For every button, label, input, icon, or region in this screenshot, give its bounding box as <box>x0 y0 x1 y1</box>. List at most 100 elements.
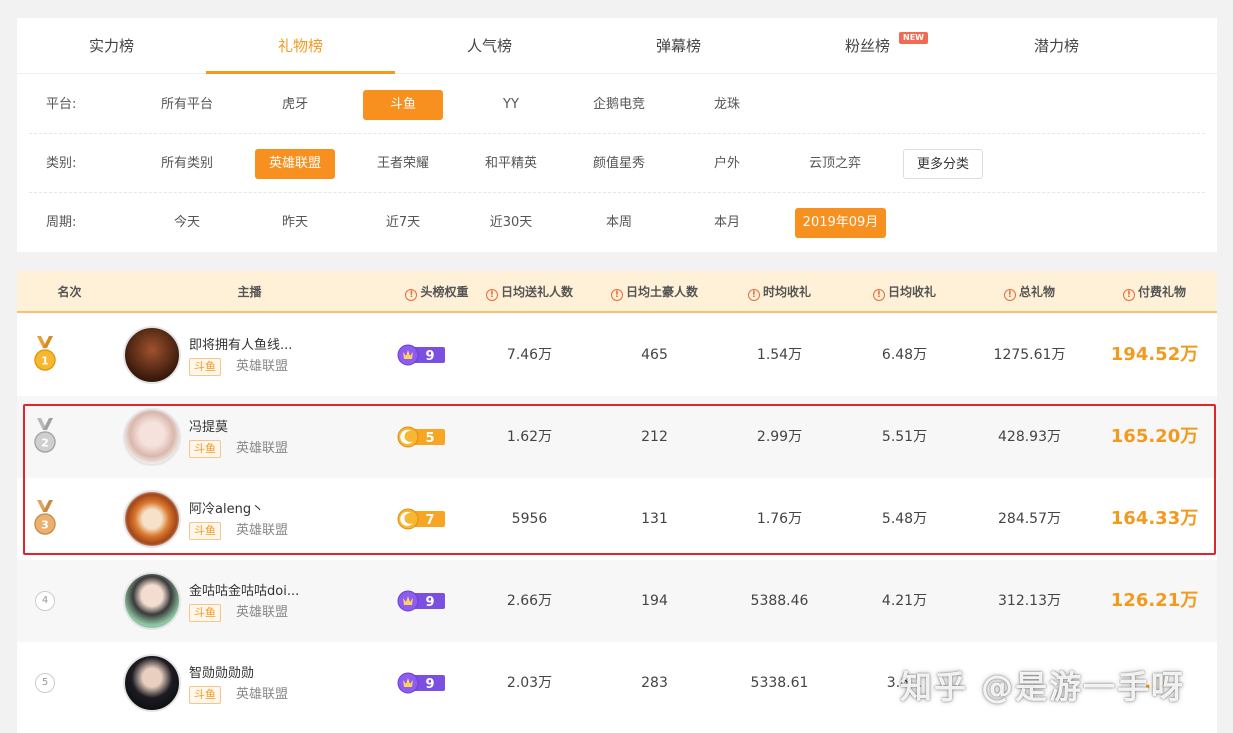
header-label: 付费礼物 <box>1137 285 1186 299</box>
category-option-outdoor[interactable]: 户外 <box>687 149 767 179</box>
category-option-all[interactable]: 所有类别 <box>147 149 227 179</box>
bronze-medal-icon: 3 <box>34 500 56 535</box>
info-icon[interactable]: ! <box>1003 289 1016 301</box>
table-row[interactable]: 2 冯提莫 斗鱼 英雄联盟 5 1.62万 212 2.99万 5.51万 42… <box>17 396 1217 478</box>
tab-fans[interactable]: 粉丝榜 NEW <box>773 18 962 74</box>
total-gifts: 312.13万 <box>998 593 1061 609</box>
purple-weight-badge: 9 <box>397 590 445 612</box>
svg-text:2: 2 <box>41 437 49 450</box>
platform-option-all[interactable]: 所有平台 <box>147 90 227 120</box>
period-option-2019-09[interactable]: 2019年09月 <box>795 208 886 238</box>
anchor-name[interactable]: 智勋勋勋勋 <box>189 662 254 681</box>
info-icon[interactable]: ! <box>485 289 498 301</box>
tab-label: 弹幕榜 <box>655 37 701 55</box>
new-badge: NEW <box>899 32 928 44</box>
platform-option-yy[interactable]: YY <box>471 90 551 120</box>
category-text: 英雄联盟 <box>236 687 289 702</box>
period-option-7days[interactable]: 近7天 <box>363 208 443 238</box>
daily-gifts: 5.48万 <box>881 511 928 527</box>
table-row[interactable]: 3 阿冷aleng丶 斗鱼 英雄联盟 7 5956 131 1.76万 5.48… <box>17 478 1217 560</box>
header-daily-whales[interactable]: ! 日均土豪人数 <box>592 271 717 313</box>
avatar[interactable] <box>123 408 181 466</box>
platform-filter-row: 平台: 所有平台 虎牙 斗鱼 YY 企鹅电竞 龙珠 <box>29 75 1205 134</box>
platform-filter-label: 平台: <box>46 97 77 112</box>
tab-label: 人气榜 <box>466 37 512 55</box>
header-daily-gifts[interactable]: ! 日均收礼 <box>842 271 967 313</box>
orange-weight-badge: 5 <box>397 426 445 448</box>
category-option-tft[interactable]: 云顶之弈 <box>795 149 875 179</box>
period-option-this-week[interactable]: 本周 <box>579 208 659 238</box>
platform-option-longzhu[interactable]: 龙珠 <box>687 90 767 120</box>
svg-text:5: 5 <box>425 431 434 446</box>
header-paid-gifts[interactable]: ! 付费礼物 <box>1092 271 1217 313</box>
header-daily-givers[interactable]: ! 日均送礼人数 <box>467 271 592 313</box>
category-filter-label: 类别: <box>46 156 77 171</box>
header-anchor[interactable]: 主播 <box>122 271 377 313</box>
period-option-today[interactable]: 今天 <box>147 208 227 238</box>
svg-text:1: 1 <box>41 355 49 368</box>
anchor-name[interactable]: 冯提莫 <box>189 416 228 435</box>
header-hourly-gifts[interactable]: ! 时均收礼 <box>717 271 842 313</box>
info-icon[interactable]: ! <box>872 289 885 301</box>
avatar[interactable] <box>123 572 181 630</box>
more-categories-button[interactable]: 更多分类 <box>903 149 983 179</box>
tab-label: 实力榜 <box>88 37 134 55</box>
platform-option-huya[interactable]: 虎牙 <box>255 90 335 120</box>
tab-barrage[interactable]: 弹幕榜 <box>584 18 773 74</box>
tab-potential[interactable]: 潜力榜 <box>962 18 1151 74</box>
svg-text:7: 7 <box>425 513 434 528</box>
tab-strength[interactable]: 实力榜 <box>17 18 206 74</box>
paid-gifts: 165.20万 <box>1110 426 1199 447</box>
platform-option-egame[interactable]: 企鹅电竞 <box>579 90 659 120</box>
tab-label: 潜力榜 <box>1033 37 1079 55</box>
header-label: 总礼物 <box>1018 285 1055 299</box>
platform-tag: 斗鱼 <box>189 522 221 540</box>
category-option-lol[interactable]: 英雄联盟 <box>255 149 335 179</box>
period-option-this-month[interactable]: 本月 <box>687 208 767 238</box>
category-text: 英雄联盟 <box>236 359 289 374</box>
header-rank[interactable]: 名次 <box>17 271 122 313</box>
avatar[interactable] <box>123 490 181 548</box>
gold-medal-icon: 1 <box>34 336 56 371</box>
header-label: 日均送礼人数 <box>500 285 573 299</box>
svg-text:9: 9 <box>425 677 434 692</box>
period-option-30days[interactable]: 近30天 <box>471 208 551 238</box>
anchor-name[interactable]: 即将拥有人鱼线... <box>189 334 292 353</box>
daily-givers: 1.62万 <box>506 429 553 445</box>
daily-whales: 194 <box>641 593 668 609</box>
platform-tag: 斗鱼 <box>189 358 221 376</box>
category-option-pubgm[interactable]: 和平精英 <box>471 149 551 179</box>
daily-givers: 2.66万 <box>506 593 553 609</box>
table-row[interactable]: 4 金咕咕金咕咕doi... 斗鱼 英雄联盟 9 2.66万 194 5388.… <box>17 560 1217 642</box>
table-header: 名次 主播 ! 头榜权重 ! 日均送礼人数 ! 日均土豪人数 ! 时均收礼 ! 日均收礼 … <box>17 271 1217 313</box>
category-option-hok[interactable]: 王者荣耀 <box>363 149 443 179</box>
avatar[interactable] <box>123 326 181 384</box>
orange-weight-badge: 7 <box>397 508 445 530</box>
platform-option-douyu[interactable]: 斗鱼 <box>363 90 443 120</box>
info-icon[interactable]: ! <box>1122 289 1135 301</box>
header-label: 日均土豪人数 <box>625 285 698 299</box>
hourly-gifts: 1.54万 <box>756 347 803 363</box>
purple-weight-badge: 9 <box>397 672 445 694</box>
category-option-showroom[interactable]: 颜值星秀 <box>579 149 659 179</box>
header-total-gifts[interactable]: ! 总礼物 <box>967 271 1092 313</box>
period-option-yesterday[interactable]: 昨天 <box>255 208 335 238</box>
avatar[interactable] <box>123 654 181 712</box>
silver-medal-icon: 2 <box>34 418 56 453</box>
watermark: 知乎 @是游一手呀 <box>900 668 1186 706</box>
table-row[interactable]: 1 即将拥有人鱼线... 斗鱼 英雄联盟 9 7.46万 465 1.54万 6… <box>17 314 1217 396</box>
tab-popularity[interactable]: 人气榜 <box>395 18 584 74</box>
info-icon[interactable]: ! <box>610 289 623 301</box>
ranking-tabs: 实力榜 礼物榜 人气榜 弹幕榜 粉丝榜 NEW 潜力榜 <box>17 18 1217 74</box>
anchor-name[interactable]: 金咕咕金咕咕doi... <box>189 580 299 599</box>
daily-gifts: 4.21万 <box>881 593 928 609</box>
svg-text:9: 9 <box>425 595 434 610</box>
tab-label: 粉丝榜 <box>844 37 890 55</box>
header-label: 日均收礼 <box>887 285 936 299</box>
hourly-gifts: 1.76万 <box>756 511 803 527</box>
tab-gifts[interactable]: 礼物榜 <box>206 18 395 74</box>
total-gifts: 1275.61万 <box>993 347 1066 363</box>
info-icon[interactable]: ! <box>405 289 418 301</box>
info-icon[interactable]: ! <box>747 289 760 301</box>
anchor-name[interactable]: 阿冷aleng丶 <box>189 498 264 517</box>
